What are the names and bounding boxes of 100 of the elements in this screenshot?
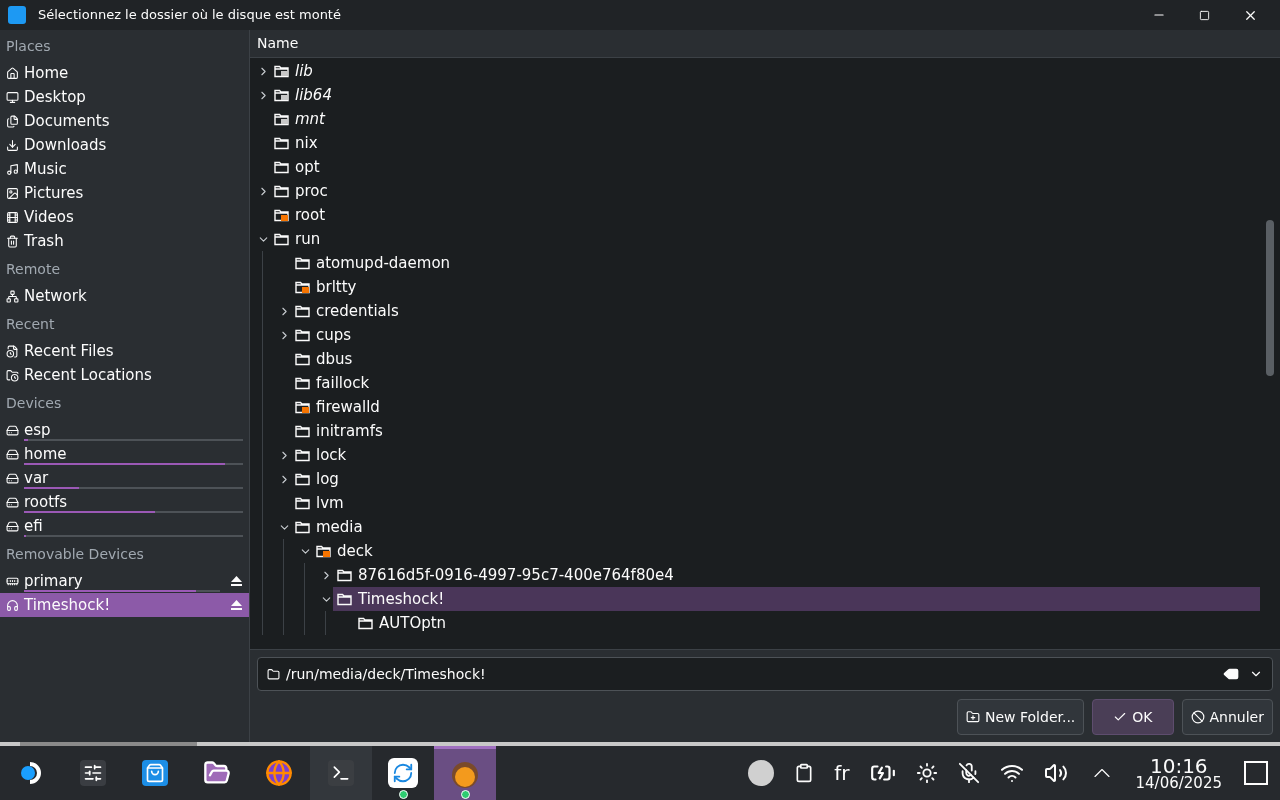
folder-item[interactable]: credentials <box>291 299 1260 323</box>
folder-item[interactable]: log <box>291 467 1260 491</box>
folder-item[interactable]: mnt <box>270 107 1260 131</box>
place-item[interactable]: home <box>0 442 249 466</box>
folder-item[interactable]: Timeshock! <box>333 587 1260 611</box>
folder-icon <box>358 616 373 630</box>
locked-folder-icon <box>295 400 310 414</box>
folder-item[interactable]: 87616d5f-0916-4997-95c7-400e764f80e4 <box>333 563 1260 587</box>
folder-item[interactable]: AUTOptn <box>354 611 1260 635</box>
folder-icon <box>295 328 310 342</box>
folder-clock-icon <box>6 368 19 382</box>
folder-item[interactable]: deck <box>312 539 1260 563</box>
place-item[interactable]: efi <box>0 514 249 538</box>
clear-icon[interactable] <box>1223 666 1239 682</box>
window-title: Sélectionnez le dossier où le disque est monté <box>38 6 342 25</box>
place-item[interactable]: Music <box>0 157 249 181</box>
download-icon <box>6 138 19 152</box>
place-item[interactable]: Timeshock! <box>0 593 249 617</box>
section-heading: Remote <box>6 260 61 279</box>
section-heading: Devices <box>6 394 62 413</box>
folder-item[interactable]: lib64 <box>270 83 1260 107</box>
headphones-icon <box>6 598 19 612</box>
home-icon <box>6 66 19 80</box>
dialog-button[interactable]: New Folder... <box>957 699 1085 735</box>
sync-icon <box>388 758 418 788</box>
maximize-icon[interactable] <box>1199 9 1210 21</box>
section-heading: Removable Devices <box>6 545 144 564</box>
network-icon <box>6 289 19 303</box>
drive-icon <box>6 519 19 533</box>
place-item[interactable]: primary <box>0 569 249 593</box>
folder-icon <box>274 184 289 198</box>
place-item[interactable]: var <box>0 466 249 490</box>
folder-item[interactable]: media <box>291 515 1260 539</box>
folder-icon <box>337 592 352 606</box>
place-item[interactable]: Desktop <box>0 85 249 109</box>
section-heading: Places <box>6 37 51 56</box>
monitor-icon <box>6 90 19 104</box>
eject-icon[interactable] <box>230 575 243 587</box>
place-item[interactable]: Trash <box>0 229 249 253</box>
folder-icon <box>295 352 310 366</box>
section-heading: Recent <box>6 315 55 334</box>
clipboard-icon[interactable] <box>794 763 815 783</box>
folder-item[interactable]: brltty <box>291 275 1260 299</box>
folder-item[interactable]: lib <box>270 59 1260 83</box>
folder-item[interactable]: run <box>270 227 1260 251</box>
file-clock-icon <box>6 344 19 358</box>
place-item[interactable]: Videos <box>0 205 249 229</box>
locked-folder-icon <box>295 280 310 294</box>
folder-item[interactable]: nix <box>270 131 1260 155</box>
place-item[interactable]: Network <box>0 284 249 308</box>
locked-folder-icon <box>316 544 331 558</box>
documents-icon <box>6 114 19 128</box>
folder-icon <box>274 232 289 246</box>
folder-icon <box>295 520 310 534</box>
folder-icon <box>274 160 289 174</box>
place-item[interactable]: esp <box>0 418 249 442</box>
place-item[interactable]: Downloads <box>0 133 249 157</box>
folder-item[interactable]: cups <box>291 323 1260 347</box>
place-item[interactable]: Recent Files <box>0 339 249 363</box>
place-item[interactable]: Home <box>0 61 249 85</box>
folder-item[interactable]: atomupd-daemon <box>291 251 1260 275</box>
folder-icon <box>274 136 289 150</box>
keyboard-layout[interactable]: fr <box>834 758 850 788</box>
folder-item[interactable]: dbus <box>291 347 1260 371</box>
shopping-bag-icon <box>142 760 168 786</box>
folder-icon <box>295 448 310 462</box>
drive-icon <box>6 423 19 437</box>
place-item[interactable]: Recent Locations <box>0 363 249 387</box>
place-item[interactable]: Documents <box>0 109 249 133</box>
drive-icon <box>6 447 19 461</box>
linked-folder-icon <box>274 112 289 126</box>
dialog-button[interactable]: OK <box>1092 699 1174 735</box>
folder-item[interactable]: lock <box>291 443 1260 467</box>
picture-icon <box>6 186 19 200</box>
trash-icon <box>6 234 19 248</box>
folder-item[interactable]: proc <box>270 179 1260 203</box>
volume-icon[interactable] <box>1043 761 1068 785</box>
folder-icon <box>295 424 310 438</box>
folder-item[interactable]: faillock <box>291 371 1260 395</box>
folder-item[interactable]: initramfs <box>291 419 1260 443</box>
terminal-icon <box>328 760 354 786</box>
brightness-icon[interactable] <box>915 762 938 784</box>
folder-item[interactable]: opt <box>270 155 1260 179</box>
column-header[interactable]: Name <box>250 30 1280 58</box>
dialog-button[interactable]: Annuler <box>1181 699 1273 735</box>
folder-item[interactable]: firewalld <box>291 395 1260 419</box>
place-item[interactable]: rootfs <box>0 490 249 514</box>
clock[interactable]: 10:16 14/06/2025 <box>1135 755 1222 791</box>
place-item[interactable]: Pictures <box>0 181 249 205</box>
folder-item[interactable]: lvm <box>291 491 1260 515</box>
folder-icon <box>295 472 310 486</box>
folder-item[interactable]: root <box>270 203 1260 227</box>
microphone-muted-icon[interactable] <box>957 762 980 784</box>
film-icon <box>6 210 19 224</box>
linked-folder-icon <box>274 88 289 102</box>
location-input[interactable]: /run/media/deck/Timeshock! <box>286 663 1217 685</box>
folder-icon <box>295 304 310 318</box>
location-field[interactable]: /run/media/deck/Timeshock! <box>257 657 1273 691</box>
show-desktop-icon[interactable] <box>1244 761 1268 785</box>
folder-icon <box>295 256 310 270</box>
